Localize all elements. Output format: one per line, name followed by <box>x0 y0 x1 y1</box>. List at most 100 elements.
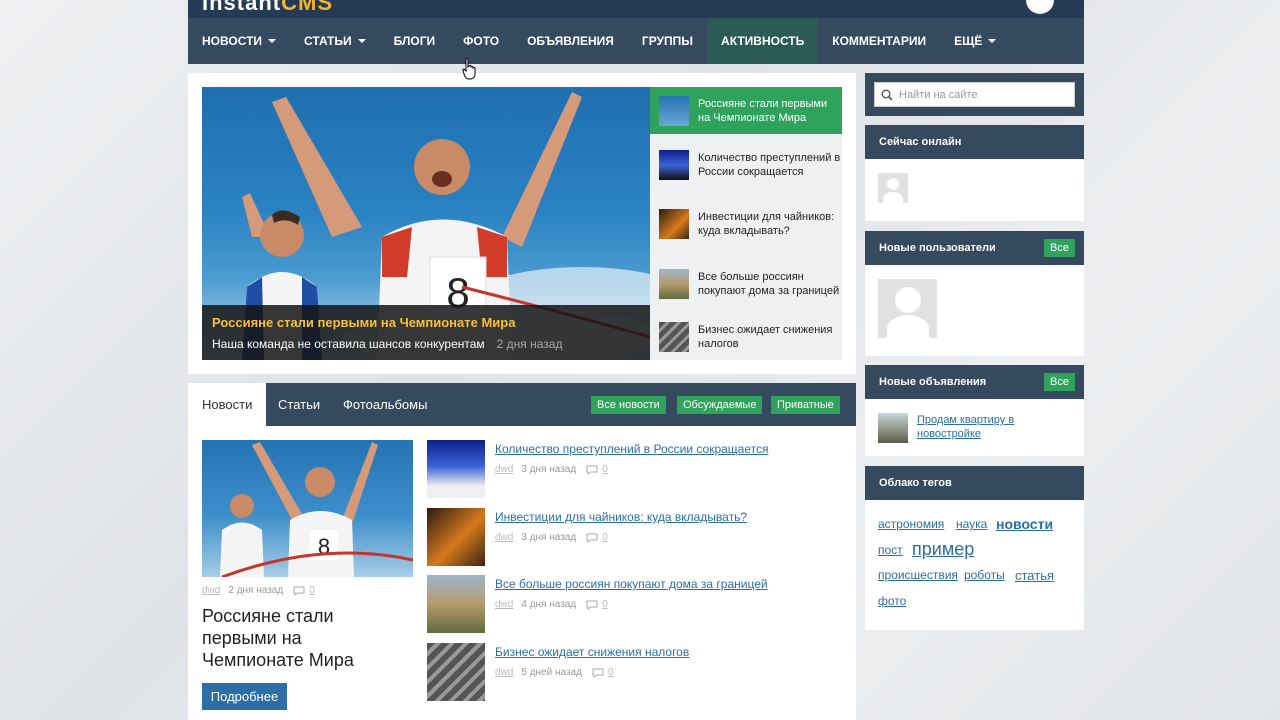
news-title-link[interactable]: Бизнес ожидает снижения налогов <box>495 645 689 659</box>
author-link[interactable]: dwd <box>495 599 513 610</box>
tab-news[interactable]: Новости <box>188 383 267 426</box>
tab-articles[interactable]: Статьи <box>264 383 334 426</box>
slider-item[interactable]: Все больше россиян покупают дома за гран… <box>650 260 842 307</box>
avatar-body <box>883 192 903 203</box>
tag-link[interactable]: пост <box>878 543 903 557</box>
slider-main-date: 2 дня назад <box>496 337 563 351</box>
site-logo[interactable]: InstantCMS <box>202 0 333 16</box>
all-users-button[interactable]: Все <box>1044 239 1075 257</box>
widget-title: Новые объявления <box>879 376 987 388</box>
tag-link[interactable]: наука <box>956 517 987 531</box>
site-header: InstantCMS <box>188 0 1084 18</box>
all-news-button[interactable]: Все новости <box>591 396 666 414</box>
comments-link[interactable]: 0 <box>586 532 608 543</box>
slider-item[interactable]: Инвестиции для чайников: куда вкладывать… <box>650 200 842 247</box>
comment-icon <box>586 533 598 543</box>
discussed-button[interactable]: Обсуждаемые <box>677 396 763 414</box>
slider-item[interactable]: Бизнес ожидает снижения налогов <box>650 313 842 360</box>
comment-icon <box>293 586 305 596</box>
nav-item-more[interactable]: ЕЩЁ <box>940 18 1010 64</box>
tag-link[interactable]: пример <box>912 539 974 560</box>
nav-item-blogs[interactable]: БЛОГИ <box>380 18 450 64</box>
post-date: 3 дня назад <box>521 464 577 475</box>
news-meta: dwd 4 дня назад 0 <box>495 599 608 610</box>
nav-item-groups[interactable]: ГРУППЫ <box>628 18 707 64</box>
nav-item-news[interactable]: НОВОСТИ <box>188 18 290 64</box>
search-placeholder: Найти на сайте <box>899 88 978 101</box>
tag-link[interactable]: статья <box>1015 568 1054 583</box>
news-title-link[interactable]: Количество преступлений в России сокраща… <box>495 442 768 456</box>
private-button[interactable]: Приватные <box>771 396 840 414</box>
chevron-down-icon <box>988 39 997 43</box>
tag-link[interactable]: фото <box>878 594 906 608</box>
slider-main-title[interactable]: Россияне стали первыми на Чемпионате Мир… <box>212 315 640 330</box>
user-avatar[interactable] <box>1026 0 1054 14</box>
chevron-down-icon <box>357 39 366 43</box>
slider-item-title: Все больше россиян покупают дома за гран… <box>698 270 840 297</box>
main-nav: НОВОСТИ СТАТЬИ БЛОГИ ФОТО ОБЪЯВЛЕНИЯ ГРУ… <box>188 18 1084 64</box>
comments-count: 0 <box>602 464 608 475</box>
nav-label: ЕЩЁ <box>954 34 983 48</box>
slider-item-title: Инвестиции для чайников: куда вкладывать… <box>698 210 835 237</box>
news-meta: dwd 5 дней назад 0 <box>495 667 614 678</box>
featured-news-title[interactable]: Россияне стали первыми на Чемпионате Мир… <box>202 605 402 671</box>
nav-label: ОБЪЯВЛЕНИЯ <box>527 34 614 48</box>
ad-link[interactable]: Продам квартиру в новостройке <box>917 413 1067 441</box>
read-more-button[interactable]: Подробнее <box>202 683 287 710</box>
nav-item-comments[interactable]: КОММЕНТАРИИ <box>818 18 940 64</box>
slider-main-image[interactable]: 8 Россияне стали первыми на Чемпионате М… <box>202 87 650 360</box>
nav-label: ФОТО <box>463 34 500 48</box>
author-link[interactable]: dwd <box>495 667 513 678</box>
slider-thumb <box>659 208 689 239</box>
nav-item-ads[interactable]: ОБЪЯВЛЕНИЯ <box>513 18 628 64</box>
new-users-widget: Новые пользователи Все <box>865 231 1084 356</box>
widget-title: Сейчас онлайн <box>865 125 1084 159</box>
author-link[interactable]: dwd <box>495 532 513 543</box>
widget-title: Новые пользователи <box>879 242 996 254</box>
post-date: 4 дня назад <box>521 599 577 610</box>
slider-item-title: Количество преступлений в России сокраща… <box>698 151 841 178</box>
all-ads-button[interactable]: Все <box>1044 373 1075 391</box>
search-input[interactable]: Найти на сайте <box>874 82 1075 107</box>
tag-link[interactable]: роботы <box>964 568 1005 582</box>
nav-item-activity[interactable]: АКТИВНОСТЬ <box>707 18 819 64</box>
news-thumb[interactable] <box>427 508 485 566</box>
hand-cursor-icon <box>462 58 476 80</box>
comment-icon <box>586 600 598 610</box>
nav-label: ГРУППЫ <box>641 34 694 48</box>
nav-item-articles[interactable]: СТАТЬИ <box>290 18 380 64</box>
content-tabs: Новости Статьи Фотоальбомы Все новости О… <box>188 383 856 426</box>
slider-item-title: Бизнес ожидает снижения налогов <box>698 323 833 350</box>
tab-photoalbums[interactable]: Фотоальбомы <box>329 383 441 426</box>
tag-link[interactable]: новости <box>996 516 1053 532</box>
list-item: Бизнес ожидает снижения налогов dwd 5 дне… <box>427 643 847 701</box>
featured-news-image[interactable]: 8 <box>202 440 413 577</box>
comments-link[interactable]: 0 <box>293 585 315 596</box>
comments-link[interactable]: 0 <box>586 599 608 610</box>
tag-link[interactable]: происшествия <box>878 568 958 582</box>
comments-count: 0 <box>607 667 614 678</box>
tag-link[interactable]: астрономия <box>878 517 944 531</box>
slider-item[interactable]: Количество преступлений в России сокраща… <box>650 141 842 188</box>
user-avatar[interactable] <box>878 173 908 203</box>
slider-main-subtitle: Наша команда не оставила шансов конкурен… <box>212 337 640 351</box>
news-title-link[interactable]: Все больше россиян покупают дома за гран… <box>495 577 768 591</box>
comments-link[interactable]: 0 <box>592 667 614 678</box>
news-thumb[interactable] <box>427 440 485 498</box>
news-thumb[interactable] <box>427 643 485 701</box>
slider-thumb <box>659 321 689 352</box>
comments-link[interactable]: 0 <box>586 464 608 475</box>
author-link[interactable]: dwd <box>202 585 220 596</box>
slider-thumb <box>659 95 689 126</box>
slider-item[interactable]: Россияне стали первыми на Чемпионате Мир… <box>650 87 842 134</box>
user-avatar[interactable] <box>878 279 937 338</box>
ad-thumb[interactable] <box>878 413 908 443</box>
nav-label: НОВОСТИ <box>202 34 263 48</box>
logo-main: Instant <box>202 0 282 15</box>
news-thumb[interactable] <box>427 575 485 633</box>
author-link[interactable]: dwd <box>495 464 513 475</box>
chevron-down-icon <box>268 39 277 43</box>
nav-item-photo[interactable]: ФОТО <box>449 18 513 64</box>
news-title-link[interactable]: Инвестиции для чайников: куда вкладывать… <box>495 510 747 524</box>
widget-header: Новые объявления Все <box>865 365 1084 399</box>
